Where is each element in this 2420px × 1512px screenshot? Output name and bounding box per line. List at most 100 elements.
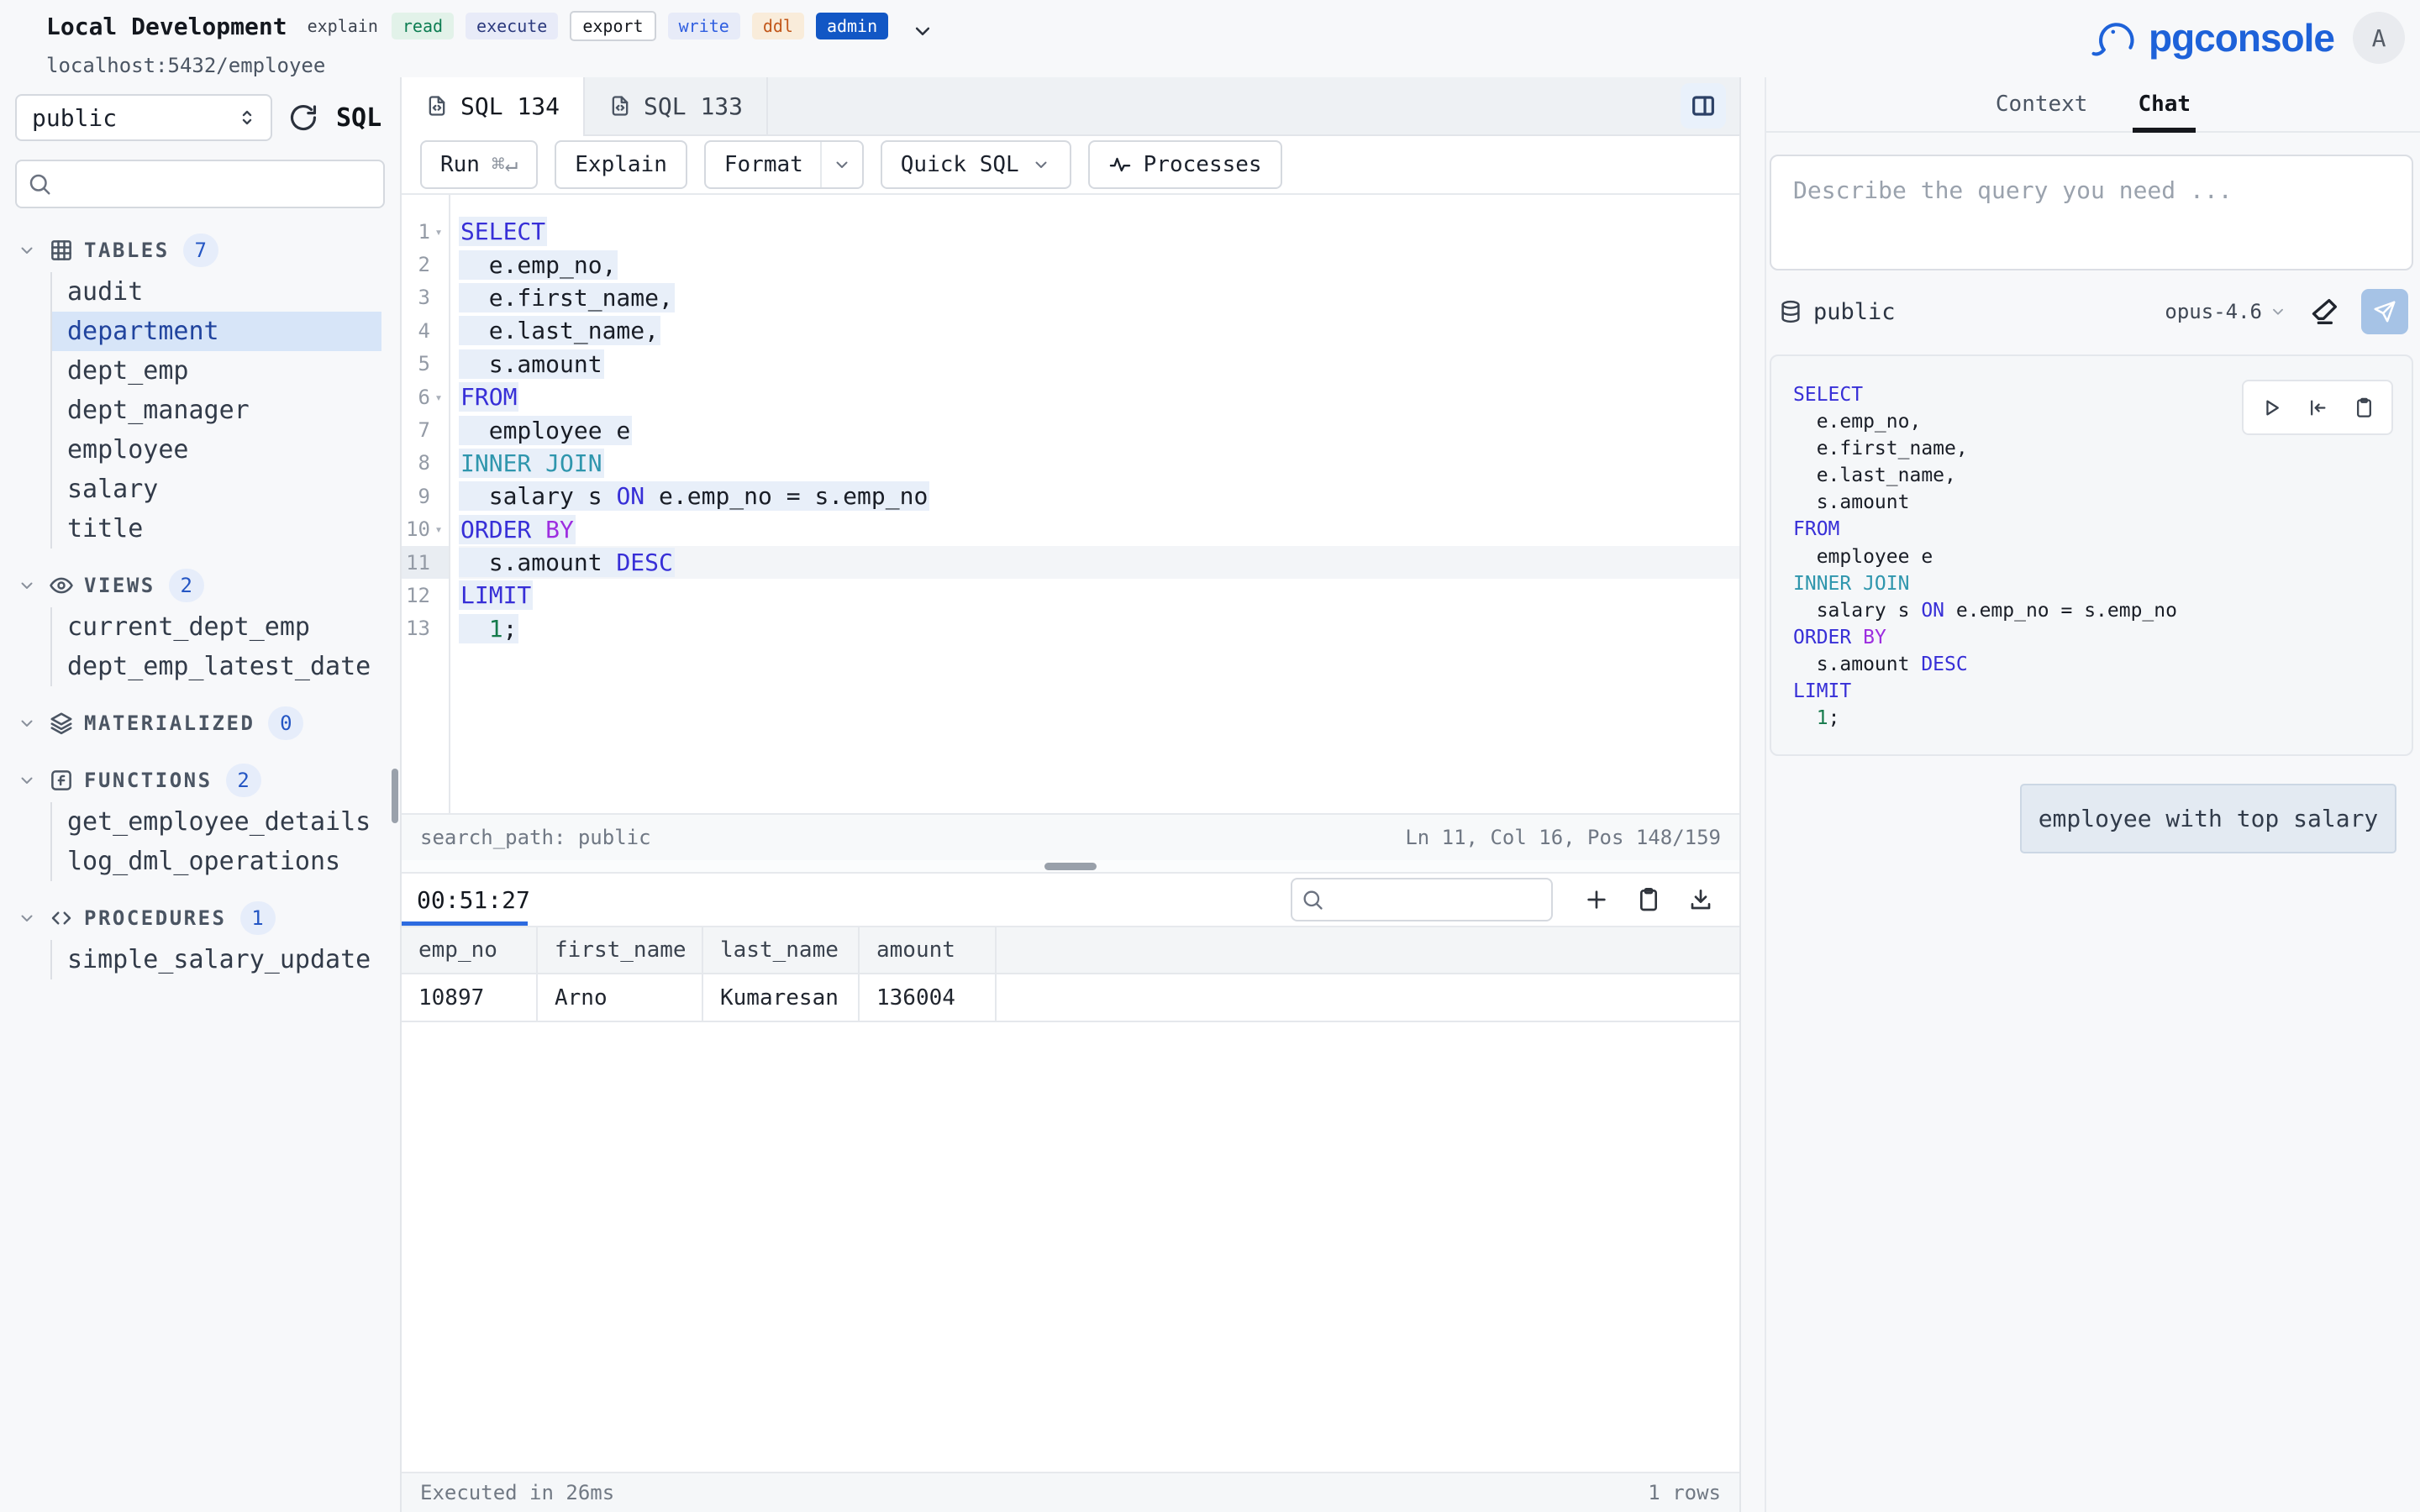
code-line-11[interactable]: s.amount DESC	[459, 546, 1739, 579]
format-dropdown[interactable]	[820, 142, 862, 187]
quick-sql-button[interactable]: Quick SQL	[881, 140, 1071, 189]
section-items: current_dept_empdept_emp_latest_date	[50, 607, 400, 686]
cell-amount[interactable]: 136004	[860, 974, 997, 1022]
line-number[interactable]: 6▾	[402, 381, 449, 413]
line-number[interactable]: 13	[402, 612, 449, 645]
splitter-handle[interactable]	[1044, 863, 1097, 870]
count-badge: 2	[169, 569, 204, 602]
processes-button[interactable]: Processes	[1088, 140, 1282, 189]
line-number[interactable]: 2	[402, 248, 449, 281]
tag-admin[interactable]: admin	[816, 13, 888, 39]
sidebar-search-input[interactable]	[15, 160, 385, 208]
line-number[interactable]: 9	[402, 480, 449, 512]
section-functions[interactable]: FUNCTIONS2	[0, 760, 400, 801]
editor-code[interactable]: SELECT e.emp_no, e.first_name, e.last_na…	[450, 195, 1739, 813]
tab-context[interactable]: Context	[1996, 77, 2088, 131]
copy-results-icon[interactable]	[1635, 886, 1662, 913]
tree-item-department[interactable]: department	[52, 312, 381, 351]
line-number[interactable]: 10▾	[402, 513, 449, 546]
tab-sql-134[interactable]: SQL 134	[402, 77, 585, 134]
code-line-4[interactable]: e.last_name,	[459, 314, 1739, 347]
code-line-2[interactable]: e.emp_no,	[459, 248, 1739, 281]
code-line-10[interactable]: ORDER BY	[459, 513, 1739, 546]
avatar[interactable]: A	[2353, 12, 2405, 64]
sidebar-scrollbar[interactable]	[392, 769, 398, 823]
function-icon	[49, 768, 74, 793]
code-line-7[interactable]: employee e	[459, 413, 1739, 446]
results-search-input[interactable]	[1291, 878, 1553, 921]
tree-item-dept_emp_latest_date[interactable]: dept_emp_latest_date	[52, 647, 381, 686]
tree-item-audit[interactable]: audit	[52, 272, 381, 312]
schema-select[interactable]: public	[15, 94, 272, 141]
result-tab[interactable]: 00:51:27	[402, 874, 545, 926]
line-number[interactable]: 3	[402, 281, 449, 314]
line-number[interactable]: 8	[402, 447, 449, 480]
editor-toolbar: Run ⌘↵ Explain Format Quick SQL Processe…	[402, 136, 1739, 195]
code-line-1[interactable]: SELECT	[459, 215, 1739, 248]
tag-write[interactable]: write	[668, 13, 740, 39]
insert-to-editor-icon[interactable]	[2307, 396, 2329, 419]
code-line-5[interactable]: s.amount	[459, 348, 1739, 381]
line-number[interactable]: 12	[402, 579, 449, 612]
tab-chat[interactable]: Chat	[2138, 77, 2191, 131]
code-line-6[interactable]: FROM	[459, 381, 1739, 413]
tree-item-title[interactable]: title	[52, 509, 381, 549]
sql-mode-label[interactable]: SQL	[336, 103, 381, 133]
explain-button[interactable]: Explain	[555, 140, 687, 189]
pane-splitter[interactable]	[402, 860, 1739, 874]
tree-item-log_dml_operations[interactable]: log_dml_operations	[52, 842, 381, 881]
tree-item-dept_emp[interactable]: dept_emp	[52, 351, 381, 391]
chat-input[interactable]	[1771, 156, 2412, 269]
tree-item-get_employee_details[interactable]: get_employee_details	[52, 802, 381, 842]
split-panel-button[interactable]	[1681, 83, 1726, 129]
tree-item-simple_salary_update[interactable]: simple_salary_update	[52, 940, 381, 979]
chevron-down-icon[interactable]	[910, 18, 935, 44]
code-line-12[interactable]: LIMIT	[459, 579, 1739, 612]
tree-item-current_dept_emp[interactable]: current_dept_emp	[52, 607, 381, 647]
count-badge: 2	[226, 764, 261, 797]
sql-editor[interactable]: 1▾23456▾78910▾111213 SELECT e.emp_no, e.…	[402, 195, 1739, 813]
tag-export[interactable]: export	[570, 11, 655, 41]
format-button[interactable]: Format	[704, 140, 864, 189]
section-tables[interactable]: TABLES7	[0, 230, 400, 270]
column-header-first_name[interactable]: first_name	[538, 927, 703, 974]
tree-item-salary[interactable]: salary	[52, 470, 381, 509]
run-snippet-icon[interactable]	[2260, 396, 2283, 419]
tag-explain[interactable]: explain	[306, 13, 380, 39]
tag-read[interactable]: read	[392, 13, 454, 39]
code-line-13[interactable]: 1;	[459, 612, 1739, 645]
line-number[interactable]: 1▾	[402, 215, 449, 248]
tree-item-employee[interactable]: employee	[52, 430, 381, 470]
section-materialized[interactable]: MATERIALIZED0	[0, 703, 400, 743]
copy-snippet-icon[interactable]	[2353, 396, 2375, 419]
connection-title: Local Development	[46, 13, 287, 40]
cell-last_name[interactable]: Kumaresan	[703, 974, 860, 1022]
code-line-3[interactable]: e.first_name,	[459, 281, 1739, 314]
schema-context[interactable]: public	[1778, 299, 1896, 325]
cell-first_name[interactable]: Arno	[538, 974, 703, 1022]
section-views[interactable]: VIEWS2	[0, 565, 400, 606]
tag-ddl[interactable]: ddl	[752, 13, 804, 39]
section-procedures[interactable]: PROCEDURES1	[0, 898, 400, 938]
code-line-9[interactable]: salary s ON e.emp_no = s.emp_no	[459, 480, 1739, 512]
model-select[interactable]: opus-4.6	[2165, 300, 2287, 323]
add-tab-icon[interactable]	[1583, 886, 1610, 913]
tree-item-dept_manager[interactable]: dept_manager	[52, 391, 381, 430]
line-number[interactable]: 7	[402, 413, 449, 446]
run-button[interactable]: Run ⌘↵	[420, 140, 538, 189]
refresh-icon[interactable]	[287, 102, 319, 134]
cell-emp_no[interactable]: 10897	[402, 974, 538, 1022]
column-header-emp_no[interactable]: emp_no	[402, 927, 538, 974]
line-number[interactable]: 4	[402, 314, 449, 347]
send-button[interactable]	[2361, 289, 2408, 334]
tag-execute[interactable]: execute	[466, 13, 558, 39]
table-row[interactable]: 10897ArnoKumaresan136004	[402, 974, 1739, 1022]
code-line-8[interactable]: INNER JOIN	[459, 447, 1739, 480]
download-results-icon[interactable]	[1687, 886, 1714, 913]
line-number[interactable]: 5	[402, 348, 449, 381]
column-header-last_name[interactable]: last_name	[703, 927, 860, 974]
clear-chat-icon[interactable]	[2307, 295, 2341, 328]
column-header-amount[interactable]: amount	[860, 927, 997, 974]
tab-sql-133[interactable]: SQL 133	[585, 77, 768, 134]
line-number[interactable]: 11	[402, 546, 449, 579]
